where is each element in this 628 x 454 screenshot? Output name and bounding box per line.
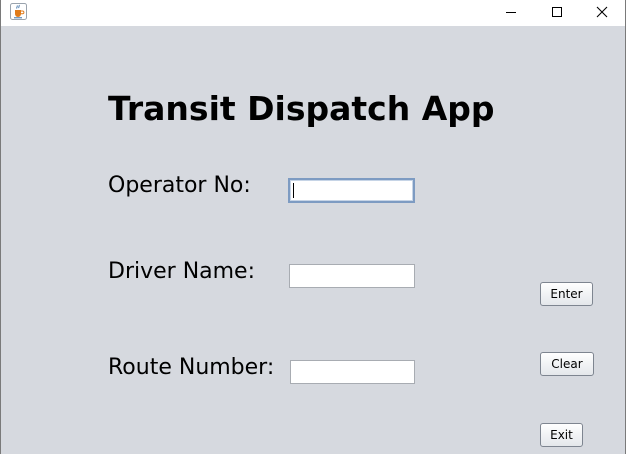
java-coffee-cup-icon (10, 3, 27, 20)
route-number-label: Route Number: (108, 355, 275, 380)
clear-button[interactable]: Clear (540, 352, 594, 376)
title-bar[interactable] (1, 0, 625, 26)
operator-no-label: Operator No: (108, 173, 251, 198)
operator-no-field[interactable] (288, 178, 415, 203)
minimize-button[interactable] (488, 0, 534, 24)
route-number-field[interactable] (290, 360, 415, 384)
driver-name-field[interactable] (289, 264, 415, 288)
page-title: Transit Dispatch App (108, 89, 495, 128)
exit-button[interactable]: Exit (540, 423, 583, 447)
minimize-icon (506, 12, 516, 13)
driver-name-label: Driver Name: (108, 259, 256, 284)
maximize-button[interactable] (534, 0, 580, 24)
close-button[interactable] (579, 0, 625, 24)
maximize-icon (552, 7, 562, 17)
enter-button[interactable]: Enter (540, 282, 593, 306)
app-window: Transit Dispatch App Operator No: Driver… (0, 0, 626, 454)
main-panel: Transit Dispatch App Operator No: Driver… (1, 26, 625, 454)
close-icon (596, 6, 608, 18)
text-caret (293, 183, 294, 198)
